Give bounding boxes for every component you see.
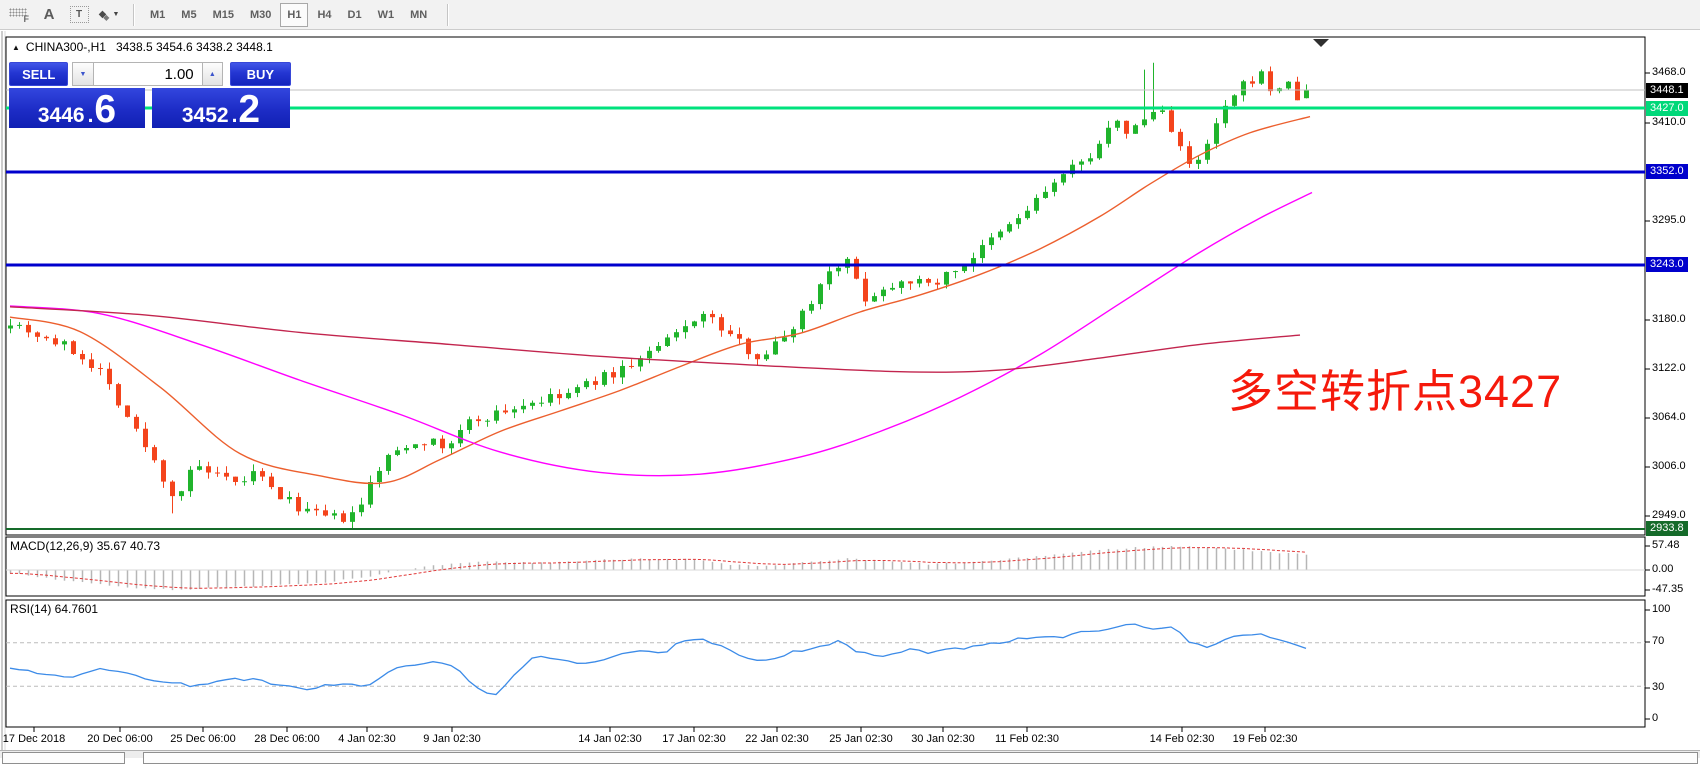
sell-button[interactable]: SELL xyxy=(9,62,68,86)
volume-decrease-button[interactable]: ▼ xyxy=(72,62,93,86)
ohlc-values: 3438.5 3454.6 3438.2 3448.1 xyxy=(116,40,273,54)
shapes-tool-button[interactable]: ◆ ◆ ▼ xyxy=(96,3,122,27)
timeframe-button-D1[interactable]: D1 xyxy=(341,3,369,27)
sell-price-pips: 6 xyxy=(94,93,116,127)
price-axis[interactable] xyxy=(1645,68,1700,758)
buy-button[interactable]: BUY xyxy=(230,62,291,86)
buy-price-pips: 2 xyxy=(238,93,260,127)
timeframe-button-H4[interactable]: H4 xyxy=(310,3,338,27)
top-toolbar: F A T ◆ ◆ ▼ M1M5M15M30H1H4D1W1MN xyxy=(0,0,1700,30)
text-box-icon: T xyxy=(70,6,89,23)
indicator-grid-f-icon: F xyxy=(9,7,29,22)
caret-up-icon: ▲ xyxy=(209,71,216,78)
timeframe-button-M30[interactable]: M30 xyxy=(243,3,278,27)
chevron-down-icon: ▼ xyxy=(112,11,119,18)
chart-tab[interactable] xyxy=(143,752,1698,764)
chart-text-annotation: 多空转折点3427 xyxy=(1228,368,1562,415)
rsi-panel-surface[interactable] xyxy=(6,631,1645,758)
volume-increase-button[interactable]: ▲ xyxy=(202,62,223,86)
sell-price-display[interactable]: 3446.6 xyxy=(9,88,145,128)
buy-price-display[interactable]: 3452.2 xyxy=(152,88,290,128)
symbol-period-label: CHINA300-,H1 xyxy=(26,40,106,54)
timeframe-button-MN[interactable]: MN xyxy=(403,3,434,27)
macd-indicator-label: MACD(12,26,9) 35.67 40.73 xyxy=(10,539,160,553)
sell-price-main: 3446 xyxy=(38,104,85,127)
timeframe-button-M5[interactable]: M5 xyxy=(174,3,203,27)
label-a-icon: A xyxy=(44,6,55,23)
collapse-arrow-icon: ▲ xyxy=(12,43,20,52)
volume-input[interactable] xyxy=(94,62,202,86)
timeframe-button-H1[interactable]: H1 xyxy=(280,3,308,27)
toolbar-separator xyxy=(133,4,135,26)
chart-symbol-header: ▲ CHINA300-,H1 3438.5 3454.6 3438.2 3448… xyxy=(12,40,273,54)
rsi-indicator-label: RSI(14) 64.7601 xyxy=(10,602,98,616)
shapes-icon: ◆ ◆ ▼ xyxy=(99,8,120,22)
timeframe-button-M1[interactable]: M1 xyxy=(143,3,172,27)
timeframe-button-M15[interactable]: M15 xyxy=(206,3,241,27)
buy-price-main: 3452 xyxy=(182,104,229,127)
one-click-trading-panel: SELL ▼ ▲ BUY 3446.6 3452.2 xyxy=(9,62,291,128)
mt4-trading-app: { "toolbar": { "tools": [ {"name": "indi… xyxy=(0,0,1700,757)
timeframe-button-W1[interactable]: W1 xyxy=(371,3,402,27)
label-tool-button[interactable]: A xyxy=(36,3,62,27)
toolbar-separator xyxy=(447,4,449,26)
timeframe-button-group: M1M5M15M30H1H4D1W1MN xyxy=(142,3,435,27)
text-tool-button[interactable]: T xyxy=(66,3,92,27)
caret-down-icon: ▼ xyxy=(80,71,87,78)
macd-panel-surface[interactable] xyxy=(6,568,1645,627)
chart-tab[interactable] xyxy=(2,752,125,764)
main-chart-surface[interactable] xyxy=(6,68,1645,566)
indicator-grid-button[interactable]: F xyxy=(6,3,32,27)
